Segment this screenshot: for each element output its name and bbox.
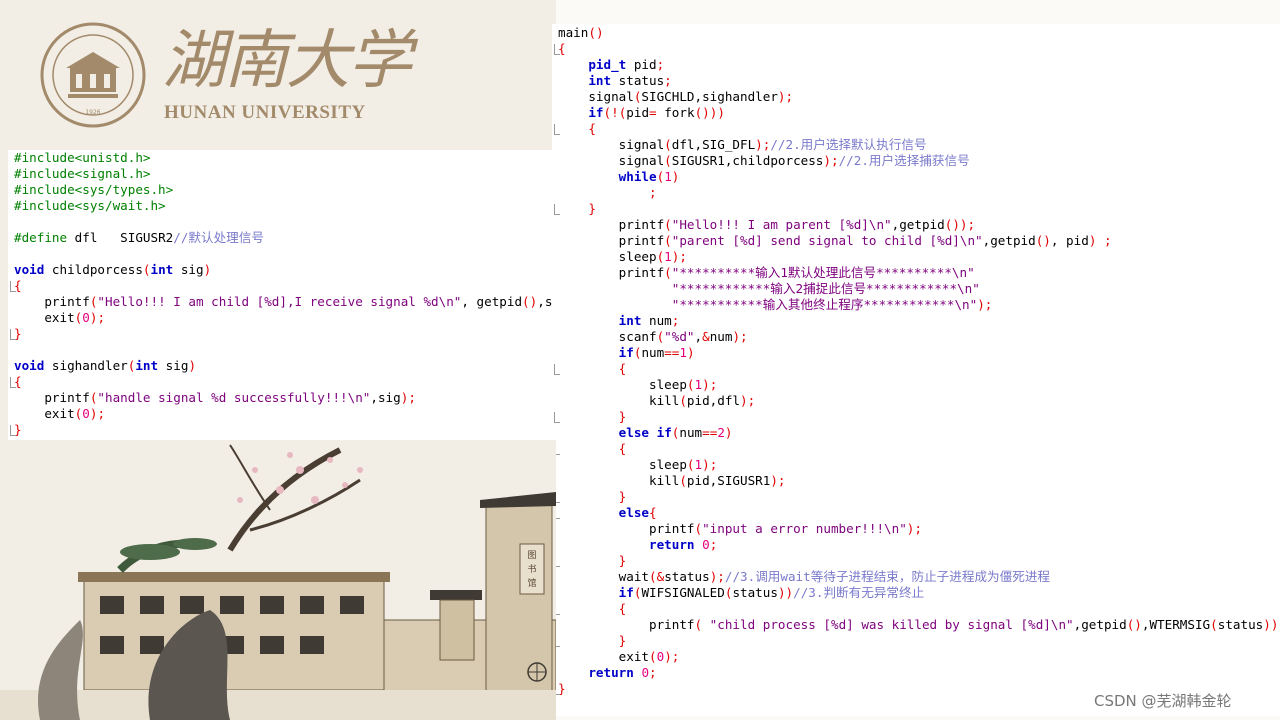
code-line: else{: [618, 505, 657, 520]
code-line: {: [618, 441, 627, 456]
code-line: void childporcess(int sig): [14, 262, 212, 277]
code-line: printf("handle signal %d successfully!!!…: [14, 390, 416, 405]
code-block-left: #include<unistd.h> #include<signal.h> #inc…: [8, 150, 583, 440]
code-line: if(num==1): [618, 345, 695, 360]
code-line: void sighandler(int sig): [14, 358, 197, 373]
code-line: printf( "child process [%d] was killed b…: [558, 617, 1280, 632]
code-line: signal(SIGUSR1,childporcess);//2.用户选择捕获信…: [558, 153, 970, 168]
code-line: #include<sys/types.h>: [14, 182, 174, 197]
code-line: signal(SIGCHLD,sighandler);: [558, 89, 794, 104]
csdn-watermark: CSDN @芜湖韩金轮: [1094, 692, 1232, 710]
code-line: int status;: [588, 73, 672, 88]
code-lines-right: main() { pid_t pid; int status; signal(SI…: [552, 24, 1280, 716]
decorative-library-illustration: 图 书 馆: [0, 440, 556, 720]
svg-text:1926: 1926: [85, 109, 100, 116]
fold-marker: [554, 364, 560, 375]
code-line: sleep(1);: [558, 249, 687, 264]
code-line: exit(0);: [14, 406, 106, 421]
fold-marker: [554, 204, 560, 215]
fold-marker: [554, 44, 560, 55]
code-line: }: [618, 553, 627, 568]
code-line: sleep(1);: [558, 377, 718, 392]
code-line: #include<unistd.h>: [14, 150, 151, 165]
code-line: }: [618, 633, 627, 648]
svg-text:馆: 馆: [527, 577, 536, 589]
code-line: else if(num==2): [618, 425, 733, 440]
university-logo: 1926 湖南大学 HUNAN UNIVERSITY: [40, 22, 412, 132]
code-line: scanf("%d",&num);: [558, 329, 748, 344]
fold-marker: [10, 281, 16, 292]
code-line: }: [588, 201, 596, 216]
code-line: printf("Hello!!! I am child [%d],I recei…: [14, 294, 582, 309]
code-line: kill(pid,dfl);: [558, 393, 756, 408]
code-line: #define dfl SIGUSR2//默认处理信号: [14, 230, 264, 245]
code-line: kill(pid,SIGUSR1);: [558, 473, 786, 488]
svg-text:书: 书: [527, 564, 536, 575]
fold-marker: [10, 329, 16, 340]
logo-english-name: HUNAN UNIVERSITY: [164, 102, 366, 123]
logo-chinese-name: 湖南大学: [162, 24, 412, 98]
code-line: if(WIFSIGNALED(status))//3.判断有无异常终止: [618, 585, 925, 600]
code-line: "***********输入其他终止程序************\n");: [671, 297, 993, 312]
code-line: ;: [649, 185, 657, 200]
code-block-right: main() { pid_t pid; int status; signal(SI…: [552, 24, 1280, 716]
code-line: exit(0);: [14, 310, 106, 325]
code-line: }: [618, 409, 627, 424]
code-line: while(1): [618, 169, 680, 184]
code-line: {: [588, 121, 596, 136]
fold-marker: [10, 425, 16, 436]
fold-marker: [554, 412, 560, 423]
code-line: }: [618, 489, 627, 504]
code-line: printf("Hello!!! I am parent [%d]\n",get…: [558, 217, 976, 232]
code-line: wait(&status);//3.调用wait等待子进程结束，防止子进程成为僵…: [558, 569, 1051, 584]
code-line: {: [618, 361, 627, 376]
university-seal-icon: 1926: [40, 22, 146, 128]
code-line: return 0;: [588, 665, 657, 680]
svg-text:图: 图: [527, 550, 536, 561]
code-line: printf("**********输入1默认处理此信号**********\n…: [558, 265, 975, 280]
code-line: #include<signal.h>: [14, 166, 151, 181]
code-line: "************输入2捕捉此信号************\n": [671, 281, 980, 296]
code-line: int num;: [618, 313, 680, 328]
code-line: printf("parent [%d] send signal to child…: [558, 233, 1112, 248]
code-line: return 0;: [649, 537, 718, 552]
code-line: printf("input a error number!!!\n");: [558, 521, 922, 536]
code-line: {: [618, 601, 627, 616]
code-line: pid_t pid;: [588, 57, 665, 72]
code-line: signal(dfl,SIG_DFL);//2.用户选择默认执行信号: [558, 137, 927, 152]
fold-marker: [554, 124, 560, 135]
code-lines-left: #include<unistd.h> #include<signal.h> #inc…: [8, 150, 583, 440]
code-line: #include<sys/wait.h>: [14, 198, 166, 213]
code-line: exit(0);: [558, 649, 680, 664]
fold-marker: [10, 377, 16, 388]
code-line: main(): [558, 25, 604, 40]
code-line: sleep(1);: [558, 457, 718, 472]
code-line: if(!(pid= fork())): [588, 105, 725, 120]
